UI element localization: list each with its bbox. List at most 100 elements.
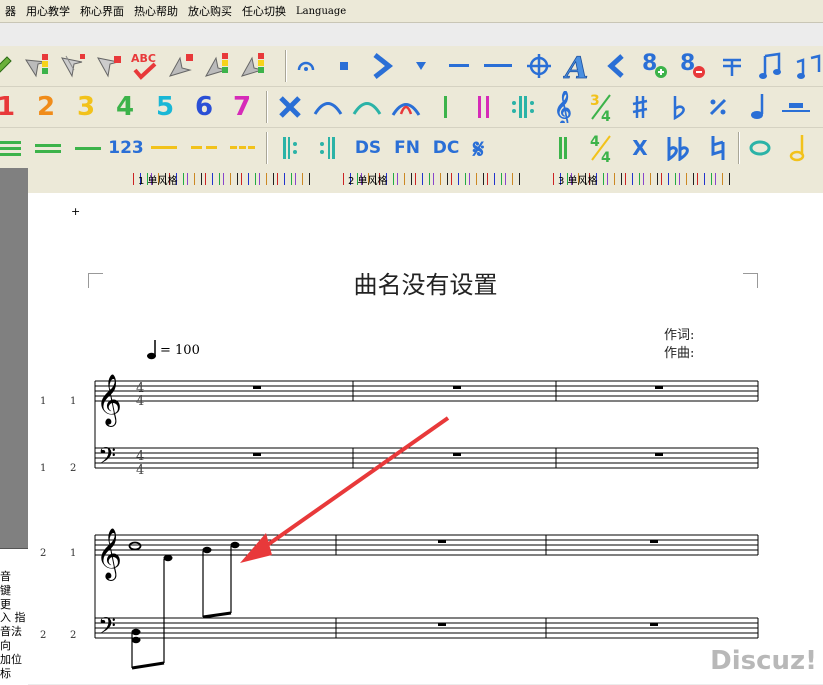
- x-button[interactable]: X: [622, 131, 658, 165]
- input-arrow-icon[interactable]: [18, 49, 54, 83]
- double-flat-icon[interactable]: [661, 131, 697, 165]
- segno-icon[interactable]: 𝄋: [467, 131, 503, 165]
- cursor-multi-icon[interactable]: [198, 49, 234, 83]
- treble-clef-icon[interactable]: 𝄞: [545, 90, 581, 124]
- whole-rest-icon[interactable]: [438, 540, 446, 543]
- rest-bar-icon[interactable]: [778, 90, 814, 124]
- decrescendo-icon[interactable]: [598, 49, 634, 83]
- staff-system1-treble[interactable]: [94, 380, 759, 402]
- double-line-icon[interactable]: [30, 131, 66, 165]
- svg-text:ABC: ABC: [131, 52, 156, 65]
- number-6-button[interactable]: 6: [186, 90, 222, 124]
- barline-icon[interactable]: [428, 90, 464, 124]
- triple-line-icon[interactable]: [0, 131, 26, 165]
- whole-note[interactable]: [128, 541, 142, 551]
- whole-rest-icon[interactable]: [650, 623, 658, 626]
- crosshair-icon[interactable]: [521, 49, 557, 83]
- ruler-label-3: 3 单风格: [558, 176, 598, 187]
- long-tenuto-icon[interactable]: [480, 49, 516, 83]
- percent-icon[interactable]: [700, 90, 736, 124]
- number-3-button[interactable]: 3: [68, 90, 104, 124]
- whole-note-icon[interactable]: [742, 131, 778, 165]
- number-123-button[interactable]: 123: [108, 131, 144, 165]
- remove-octave-icon[interactable]: 8: [674, 49, 710, 83]
- ruler-tick: [309, 173, 310, 185]
- music-notes-icon[interactable]: [752, 49, 788, 83]
- menu-item-purchase[interactable]: 放心购买: [183, 3, 237, 19]
- staccato-icon[interactable]: [326, 49, 362, 83]
- whole-rest-icon[interactable]: [650, 540, 658, 543]
- whole-rest-icon[interactable]: [453, 386, 461, 389]
- slur-remove-icon[interactable]: [388, 90, 424, 124]
- whole-rest-icon[interactable]: [453, 453, 461, 456]
- spell-check-icon[interactable]: ABC: [126, 49, 162, 83]
- number-1-button[interactable]: 1: [0, 90, 24, 124]
- multi-input-icon[interactable]: [54, 49, 90, 83]
- yellow-line-icon[interactable]: [146, 131, 182, 165]
- time-signature-icon[interactable]: 34: [583, 90, 619, 124]
- whole-rest-icon[interactable]: [253, 453, 261, 456]
- flat-icon[interactable]: [661, 90, 697, 124]
- fermata-icon[interactable]: [288, 49, 324, 83]
- cursor-color-icon[interactable]: [234, 49, 270, 83]
- whole-rest-icon[interactable]: [655, 386, 663, 389]
- number-5-button[interactable]: 5: [147, 90, 183, 124]
- delete-x-icon[interactable]: [272, 90, 308, 124]
- number-7-button[interactable]: 7: [224, 90, 260, 124]
- marcato-icon[interactable]: [403, 49, 439, 83]
- menu-item-help[interactable]: 热心帮助: [129, 3, 183, 19]
- double-barline-icon[interactable]: [466, 90, 502, 124]
- menu-item-device[interactable]: 器: [0, 3, 21, 19]
- whole-rest-icon[interactable]: [438, 623, 446, 626]
- score-canvas[interactable]: 𝄞 4 4 𝄢 4 4 𝄞 𝄢: [28, 193, 823, 684]
- repeat-both-icon[interactable]: [505, 90, 541, 124]
- half-note-icon[interactable]: [780, 131, 816, 165]
- select-arrow-icon[interactable]: [90, 49, 126, 83]
- help-text-line: 键: [0, 584, 11, 597]
- slur-icon[interactable]: [310, 90, 346, 124]
- left-help-panel: 音 键 更 入 指 音法 向 加位 标: [0, 548, 28, 685]
- number-4-button[interactable]: 4: [107, 90, 143, 124]
- whole-rest-icon[interactable]: [253, 386, 261, 389]
- green-barline-icon[interactable]: [545, 131, 581, 165]
- menu-item-interface[interactable]: 称心界面: [75, 3, 129, 19]
- single-line-icon[interactable]: [70, 131, 106, 165]
- yellow-dot-dash-icon[interactable]: [225, 131, 261, 165]
- ruler-tick: [465, 173, 466, 185]
- measure-ruler[interactable]: 1 单风格 2 单风格 3 单风格: [28, 168, 823, 194]
- add-octave-icon[interactable]: 8: [636, 49, 672, 83]
- time-signature-4-4-icon[interactable]: 44: [583, 131, 619, 165]
- menu-item-language[interactable]: Language: [291, 6, 351, 17]
- staff-system2-treble[interactable]: [94, 534, 759, 556]
- menu-item-teaching[interactable]: 用心教学: [21, 3, 75, 19]
- menu-item-switch[interactable]: 任心切换: [237, 3, 291, 19]
- repeat-start-icon[interactable]: [272, 131, 308, 165]
- cursor-red-icon[interactable]: [162, 49, 198, 83]
- ruler-tick: [722, 173, 723, 185]
- dc-button[interactable]: DC: [428, 131, 464, 165]
- whole-rest-icon[interactable]: [655, 453, 663, 456]
- svg-text:A: A: [563, 51, 588, 82]
- yellow-dash-icon[interactable]: [186, 131, 222, 165]
- ds-button[interactable]: DS: [350, 131, 386, 165]
- number-2-button[interactable]: 2: [28, 90, 64, 124]
- grace-note-icon[interactable]: [790, 49, 823, 83]
- quarter-note-icon[interactable]: [740, 90, 776, 124]
- ruler-tick: [212, 173, 213, 185]
- tenuto-icon[interactable]: [441, 49, 477, 83]
- volta-icon[interactable]: [714, 49, 750, 83]
- fn-button[interactable]: FN: [389, 131, 425, 165]
- tie-icon[interactable]: [349, 90, 385, 124]
- bass-chord-notes[interactable]: [131, 628, 165, 670]
- ruler-tick: [451, 173, 452, 185]
- pencil-icon[interactable]: [0, 49, 18, 83]
- ruler-tick: [614, 173, 615, 185]
- svg-text:4: 4: [590, 134, 600, 150]
- score-page[interactable]: + 曲名没有设置 作词: 作曲: = 100 1 1 1 2 2 1 2 2 𝄞…: [28, 193, 823, 684]
- repeat-end-icon[interactable]: [310, 131, 346, 165]
- text-a-icon[interactable]: A: [560, 49, 596, 83]
- beamed-notes[interactable]: [163, 541, 240, 663]
- accent-icon[interactable]: [364, 49, 400, 83]
- natural-icon[interactable]: [700, 131, 736, 165]
- sharp-icon[interactable]: [622, 90, 658, 124]
